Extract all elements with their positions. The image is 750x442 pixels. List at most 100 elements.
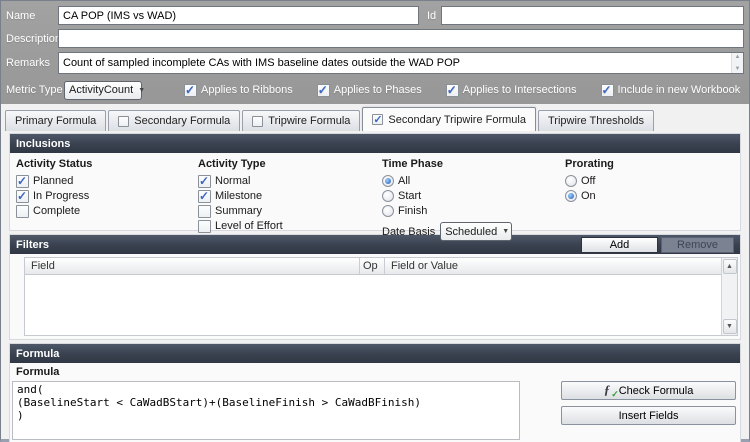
- check-icon: ✓: [17, 174, 27, 188]
- check-icon: ✓: [185, 83, 195, 97]
- filters-title: Filters: [16, 239, 49, 251]
- activity-type-group: Activity Type ✓ Normal ✓ Milestone ✓ Sum…: [198, 158, 283, 234]
- item-label: Level of Effort: [215, 220, 283, 232]
- column-header-field-or-value[interactable]: Field or Value: [384, 258, 721, 274]
- milestone-checkbox[interactable]: ✓: [198, 190, 211, 203]
- tab-primary-formula[interactable]: Primary Formula: [5, 110, 106, 131]
- type-normal: ✓ Normal: [198, 174, 283, 188]
- item-label: In Progress: [33, 190, 89, 202]
- filters-grid-scrollbar[interactable]: ▲ ▼: [721, 258, 737, 335]
- formula-buttons: ƒ ✓ Check Formula Insert Fields: [561, 381, 736, 440]
- type-level-of-effort: ✓ Level of Effort: [198, 219, 283, 233]
- metric-option-checkboxes: ✓ Applies to Ribbons ✓ Applies to Phases…: [184, 84, 750, 97]
- complete-checkbox[interactable]: ✓: [16, 205, 29, 218]
- chevron-down-icon: ▼: [502, 228, 509, 235]
- remarks-input[interactable]: [58, 52, 744, 74]
- summary-checkbox[interactable]: ✓: [198, 205, 211, 218]
- prorating-group: Prorating Off On: [565, 158, 614, 204]
- normal-checkbox[interactable]: ✓: [198, 175, 211, 188]
- tab-secondary-formula[interactable]: ✓ Secondary Formula: [108, 110, 240, 131]
- scroll-up-icon[interactable]: ▲: [735, 53, 741, 61]
- tab-label: Tripwire Thresholds: [548, 115, 644, 127]
- include-in-new-workbook-checkbox[interactable]: ✓: [601, 84, 614, 97]
- filters-header: Filters Add Remove: [10, 235, 740, 254]
- filters-grid-rows-empty: [25, 275, 721, 335]
- formula-flex-row: and( (BaselineStart < CaWadBStart)+(Base…: [12, 381, 736, 440]
- date-basis-select[interactable]: Scheduled ▼: [440, 222, 512, 241]
- metric-editor-window: Name Id Description Remarks ▲ ▼ Metric T…: [0, 0, 750, 442]
- formula-group-label: Formula: [16, 366, 736, 378]
- scroll-up-icon[interactable]: ▲: [723, 259, 737, 274]
- add-filter-button[interactable]: Add: [581, 237, 658, 253]
- secondary-tripwire-formula-checkbox[interactable]: ✓: [372, 114, 383, 125]
- column-header-field[interactable]: Field: [25, 258, 359, 274]
- group-title: Activity Status: [16, 158, 92, 170]
- check-formula-button[interactable]: ƒ ✓ Check Formula: [561, 381, 736, 400]
- date-basis-value: Scheduled: [445, 226, 497, 238]
- start-radio[interactable]: [382, 190, 394, 202]
- check-icon: ✓: [318, 83, 328, 97]
- item-label: Planned: [33, 175, 73, 187]
- check-icon: ✓: [602, 83, 612, 97]
- green-check-glyph: ✓: [611, 389, 619, 400]
- off-radio[interactable]: [565, 175, 577, 187]
- filters-grid-inner: Field Op Field or Value ▲ ▼: [25, 258, 737, 335]
- id-input[interactable]: [441, 6, 744, 25]
- filters-section: Filters Add Remove Field Op Field or Val…: [9, 234, 741, 340]
- planned-checkbox[interactable]: ✓: [16, 175, 29, 188]
- scroll-down-icon[interactable]: ▼: [735, 65, 741, 73]
- type-summary: ✓ Summary: [198, 204, 283, 218]
- filters-grid-main: Field Op Field or Value: [25, 258, 721, 335]
- formula-header: Formula: [10, 344, 740, 363]
- applies-to-ribbons-checkbox[interactable]: ✓: [184, 84, 197, 97]
- item-label: On: [581, 190, 596, 202]
- tab-tripwire-formula[interactable]: ✓ Tripwire Formula: [242, 110, 360, 131]
- insert-fields-button[interactable]: Insert Fields: [561, 406, 736, 425]
- tab-content: Inclusions Activity Status ✓ Planned ✓ I…: [1, 131, 749, 442]
- group-title: Prorating: [565, 158, 614, 170]
- scroll-down-icon[interactable]: ▼: [723, 319, 737, 334]
- option-label: Applies to Phases: [334, 84, 422, 96]
- applies-to-intersections-checkbox[interactable]: ✓: [446, 84, 459, 97]
- finish-radio[interactable]: [382, 205, 394, 217]
- metric-type-label: Metric Type: [6, 84, 64, 96]
- fx-glyph: ƒ: [604, 382, 611, 398]
- inclusions-title: Inclusions: [16, 138, 70, 150]
- function-check-icon: ƒ ✓: [604, 384, 617, 397]
- applies-to-phases-checkbox[interactable]: ✓: [317, 84, 330, 97]
- column-header-op[interactable]: Op: [359, 258, 384, 274]
- description-input[interactable]: [58, 29, 744, 48]
- option-label: Include in new Workbook: [618, 84, 741, 96]
- tab-tripwire-thresholds[interactable]: Tripwire Thresholds: [538, 110, 654, 131]
- time-phase-finish: Finish: [382, 204, 512, 218]
- remove-filter-button[interactable]: Remove: [661, 237, 734, 253]
- level-of-effort-checkbox[interactable]: ✓: [198, 220, 211, 233]
- check-icon: ✓: [373, 113, 382, 126]
- secondary-formula-checkbox[interactable]: ✓: [118, 116, 129, 127]
- tab-label: Secondary Formula: [134, 115, 230, 127]
- item-label: All: [398, 175, 410, 187]
- tab-secondary-tripwire-formula[interactable]: ✓ Secondary Tripwire Formula: [362, 107, 536, 131]
- status-in-progress: ✓ In Progress: [16, 189, 92, 203]
- tab-label: Tripwire Formula: [268, 115, 350, 127]
- status-planned: ✓ Planned: [16, 174, 92, 188]
- metric-type-select[interactable]: ActivityCount ▼: [64, 81, 142, 100]
- formula-body: Formula and( (BaselineStart < CaWadBStar…: [10, 363, 740, 442]
- tripwire-formula-checkbox[interactable]: ✓: [252, 116, 263, 127]
- description-label: Description: [6, 33, 58, 45]
- option-label: Applies to Intersections: [463, 84, 577, 96]
- metric-type-value: ActivityCount: [69, 84, 133, 96]
- remarks-scrollbar[interactable]: ▲ ▼: [731, 53, 743, 73]
- chevron-down-icon: ▼: [138, 87, 145, 94]
- formula-textarea[interactable]: and( (BaselineStart < CaWadBStart)+(Base…: [12, 381, 520, 440]
- inclusions-body: Activity Status ✓ Planned ✓ In Progress …: [10, 153, 740, 230]
- name-input[interactable]: [58, 6, 419, 25]
- type-milestone: ✓ Milestone: [198, 189, 283, 203]
- all-radio[interactable]: [382, 175, 394, 187]
- in-progress-checkbox[interactable]: ✓: [16, 190, 29, 203]
- name-label: Name: [6, 10, 58, 22]
- date-basis-label: Date Basis: [382, 226, 435, 238]
- on-radio[interactable]: [565, 190, 577, 202]
- item-label: Finish: [398, 205, 427, 217]
- formula-section: Formula Formula and( (BaselineStart < Ca…: [9, 343, 741, 442]
